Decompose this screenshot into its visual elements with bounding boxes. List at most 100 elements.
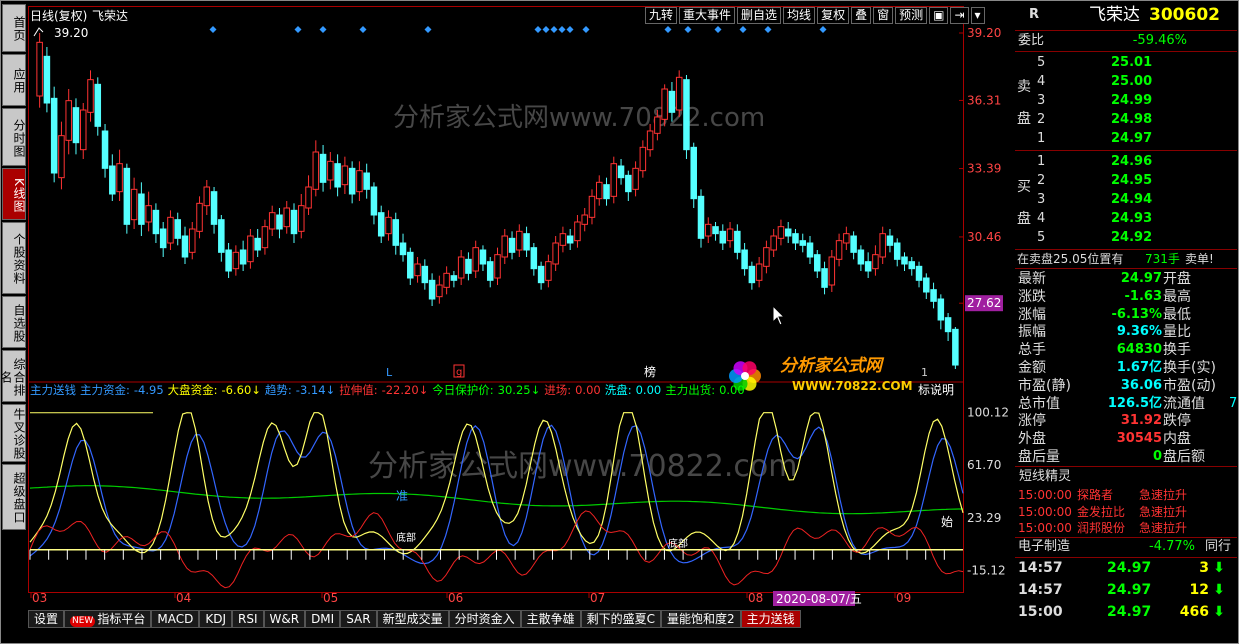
tick-price: 24.97 <box>1107 560 1152 576</box>
tick-price: 24.97 <box>1107 582 1152 598</box>
candle <box>814 250 821 278</box>
tab-10[interactable]: 主散争雄 <box>520 610 581 628</box>
stat-value: 36.06 <box>1120 377 1162 393</box>
indicator-header-part: 今日保护价: <box>432 383 493 397</box>
indicator-header-part: 主力出货: <box>665 383 715 397</box>
diamond-marker-icon <box>684 26 692 33</box>
toolbar-button-5[interactable]: 叠 <box>851 7 872 24</box>
indicator-axis-label: 23.29 <box>967 511 1001 525</box>
tab-6[interactable]: DMI <box>305 610 341 628</box>
tick-volume: 466 <box>1179 604 1209 620</box>
sell-level[interactable]: 2 24.98 <box>1015 111 1237 129</box>
nav-item-2[interactable]: 分时图 <box>2 108 26 166</box>
level-num: 4 <box>1037 211 1046 226</box>
candle <box>603 177 610 206</box>
tab-5[interactable]: W&R <box>263 610 306 628</box>
indicator-header-part: 30.25↓ <box>498 383 541 397</box>
tab-3[interactable]: KDJ <box>199 610 232 628</box>
candle <box>283 201 290 234</box>
tab-label: W&R <box>269 612 300 626</box>
candle <box>414 257 421 283</box>
down-arrow-icon: ⬇ <box>1213 560 1225 576</box>
tab-2[interactable]: MACD <box>151 610 200 628</box>
notice-text: 在卖盘25.05位置有 <box>1017 252 1124 266</box>
weibi-label: 委比 <box>1018 33 1045 48</box>
stat-row: 金额 1.67亿 换手(实) <box>1015 359 1237 377</box>
stat-label: 外盘 <box>1018 431 1046 448</box>
sector-pct: -4.77% <box>1149 539 1195 554</box>
tab-7[interactable]: SAR <box>340 610 377 628</box>
tab-label: 剩下的盛夏C <box>586 612 656 626</box>
sector-more[interactable]: 同行 <box>1205 538 1231 556</box>
toolbar-button-9[interactable]: ⇥ <box>950 7 969 24</box>
sprite-stock: 润邦股份 <box>1077 521 1126 535</box>
buy-level[interactable]: 4 24.93 <box>1015 210 1237 228</box>
sell-level[interactable]: 1 24.97 <box>1015 130 1237 148</box>
nav-item-3[interactable]: K线图 <box>2 168 26 220</box>
tab-13[interactable]: 主力送钱 <box>740 610 801 628</box>
tab-9[interactable]: 分时资金入 <box>448 610 521 628</box>
indicator-tab-bar: 设置 NEW 指标平台 MACD KDJ RSI W&R DMI SAR 新型成交量 分时资金入 主散… <box>28 610 801 628</box>
sprite-event: 急速拉升 <box>1139 488 1188 502</box>
sector-row[interactable]: 电子制造 -4.77% 同行 <box>1015 538 1237 556</box>
toolbar-button-3[interactable]: 均线 <box>783 7 816 24</box>
indicator-axis-label: 100.12 <box>967 406 1009 420</box>
candle <box>407 247 414 285</box>
candle <box>523 226 530 257</box>
sell-level[interactable]: 4 25.00 <box>1015 73 1237 91</box>
indicator-label-dibu: 底部 <box>396 531 416 544</box>
nav-item-1[interactable]: 应用 <box>2 54 26 106</box>
buy-level[interactable]: 2 24.95 <box>1015 172 1237 190</box>
tick-volume: 12 <box>1189 582 1209 598</box>
toolbar-button-1[interactable]: 重大事件 <box>679 7 736 24</box>
toolbar-button-4[interactable]: 复权 <box>817 7 850 24</box>
sell-level[interactable]: 5 25.01 <box>1015 54 1237 72</box>
sell-level[interactable]: 3 24.99 <box>1015 92 1237 110</box>
level-num: 3 <box>1037 192 1046 207</box>
toolbar-button-2[interactable]: 删自选 <box>737 7 782 24</box>
indicator-note: 标说明 <box>918 382 954 397</box>
toolbar-button-6[interactable]: 窗 <box>873 7 894 24</box>
candle <box>319 145 327 192</box>
buy-level[interactable]: 3 24.94 <box>1015 191 1237 209</box>
toolbar-button-0[interactable]: 九转 <box>645 7 678 24</box>
indicator-axis-label: -15.12 <box>967 563 1006 577</box>
tick-time: 14:57 <box>1018 560 1063 576</box>
tab-1[interactable]: NEW 指标平台 <box>64 610 152 628</box>
tab-8[interactable]: 新型成交量 <box>376 610 449 628</box>
candle <box>726 222 734 248</box>
diamond-marker-icon <box>424 26 432 33</box>
candle <box>923 273 930 299</box>
nav-item-8[interactable]: 超级盘口 <box>2 464 26 530</box>
buy-level[interactable]: 1 24.96 <box>1015 153 1237 171</box>
tab-0[interactable]: 设置 <box>28 610 65 628</box>
x-month-label: 06 <box>448 591 463 605</box>
tab-4[interactable]: RSI <box>232 610 264 628</box>
nav-item-0[interactable]: 首页 <box>2 4 26 52</box>
level-num: 5 <box>1037 230 1046 245</box>
tab-label: 主力送钱 <box>746 612 795 626</box>
candle <box>734 224 741 260</box>
sprite-item[interactable]: 15:00:00 金发拉比 急速拉升 <box>1015 504 1237 521</box>
level-price: 24.94 <box>1111 192 1153 207</box>
nav-item-7[interactable]: 牛叉诊股 <box>2 404 26 462</box>
tab-11[interactable]: 剩下的盛夏C <box>580 610 662 628</box>
candle <box>298 194 305 239</box>
nav-item-4[interactable]: 个股资料 <box>2 222 26 294</box>
nav-item-5[interactable]: 自选股 <box>2 296 26 348</box>
candle <box>595 175 603 206</box>
sprite-item[interactable]: 15:00:00 润邦股份 急速拉升 <box>1015 520 1237 537</box>
buy-level[interactable]: 5 24.92 <box>1015 229 1237 247</box>
candle <box>43 47 51 113</box>
sprite-item[interactable]: 15:00:00 探路者 急速拉升 <box>1015 487 1237 504</box>
logo-text: 分析家公式网 <box>780 356 885 376</box>
tab-12[interactable]: 量能饱和度2 <box>661 610 741 628</box>
stat-value: 31.92 <box>1120 413 1162 429</box>
nav-item-6[interactable]: 综合排名 <box>0 350 26 402</box>
candle <box>799 233 807 253</box>
toolbar-button-8[interactable]: ▣ <box>929 7 949 24</box>
toolbar-button-7[interactable]: 预测 <box>895 7 928 24</box>
toolbar-button-10[interactable]: ▾ <box>970 7 985 24</box>
main-chart[interactable]: 日线(复权) 飞荣达分析家公式网www.70822.com 分析家公式网www.70… <box>28 6 1013 606</box>
indicator-header-part: 主力送钱 <box>30 383 76 397</box>
